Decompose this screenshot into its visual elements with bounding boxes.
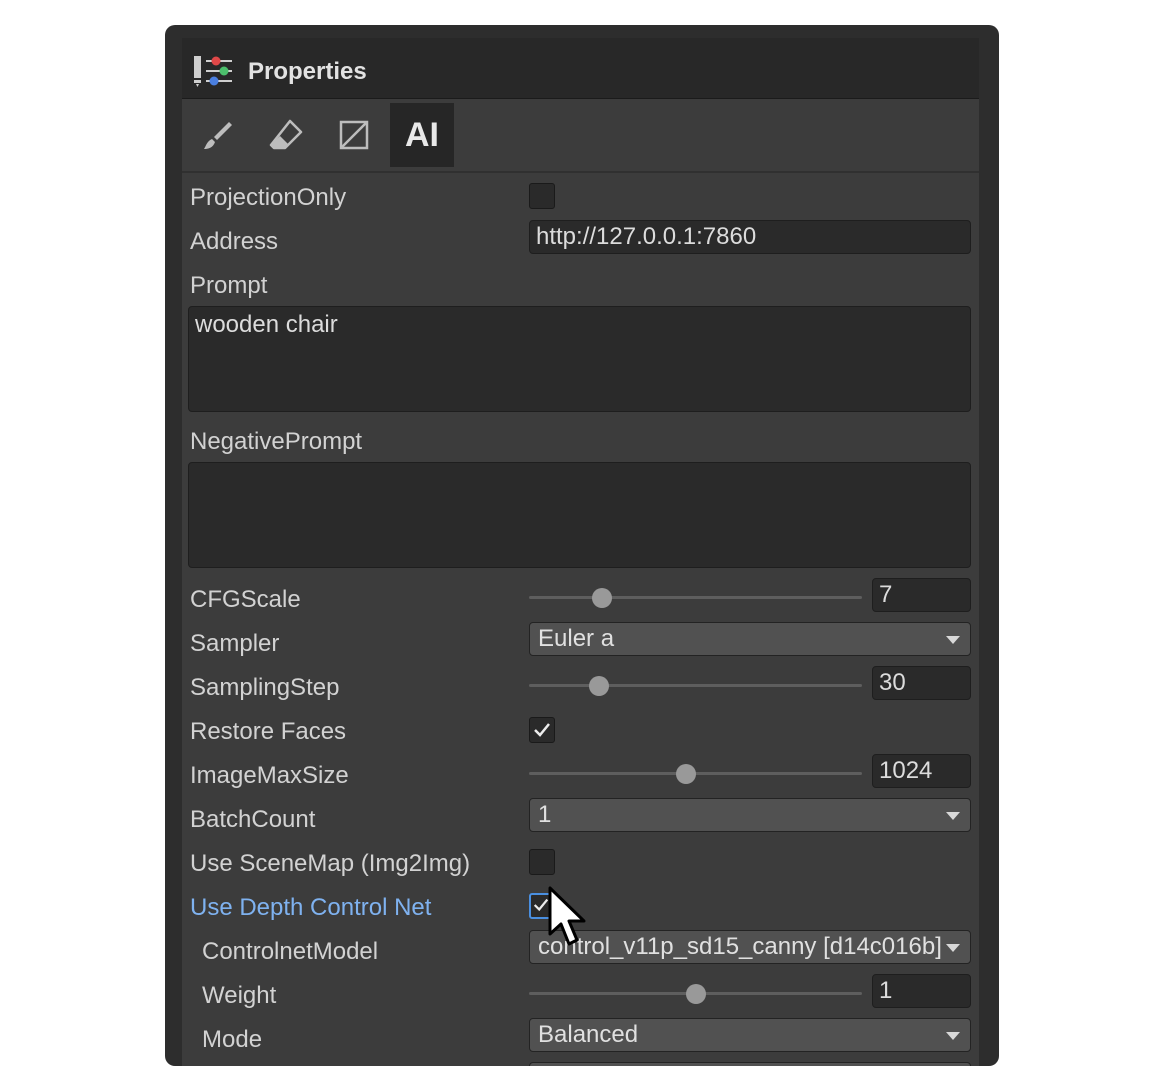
negative-prompt-textarea[interactable] — [188, 462, 971, 568]
cfg-scale-slider-track[interactable] — [529, 596, 862, 599]
row-weight: Weight 1 — [182, 974, 979, 1018]
controlnet-model-label: ControlnetModel — [202, 938, 379, 965]
ai-tab[interactable]: AI — [390, 103, 454, 167]
row-projection-only: ProjectionOnly — [182, 176, 979, 220]
projection-icon — [339, 120, 369, 150]
address-label: Address — [190, 228, 279, 255]
use-depth-control-net-label: Use Depth Control Net — [190, 894, 432, 921]
controlnet-model-dropdown[interactable]: control_v11p_sd15_canny [d14c016b] — [529, 930, 971, 964]
cfg-scale-label: CFGScale — [190, 586, 301, 613]
restore-faces-label: Restore Faces — [190, 718, 347, 745]
chevron-down-icon — [946, 812, 960, 820]
brush-icon — [204, 122, 232, 149]
row-address: Address http://127.0.0.1:7860 — [182, 220, 979, 264]
row-use-scene-map: Use SceneMap (Img2Img) — [182, 842, 979, 886]
mode-label: Mode — [202, 1026, 263, 1053]
row-restore-faces: Restore Faces — [182, 710, 979, 754]
sampling-step-slider-thumb[interactable] — [588, 676, 609, 696]
weight-slider-thumb[interactable] — [685, 984, 706, 1004]
sliders-icon — [194, 56, 232, 87]
eraser-icon — [269, 119, 303, 150]
brush-tab[interactable] — [186, 103, 250, 167]
batch-count-label: BatchCount — [190, 806, 316, 833]
row-batch-count: BatchCount 1 — [182, 798, 979, 842]
image-max-size-label: ImageMaxSize — [190, 762, 349, 789]
image-max-size-input[interactable]: 1024 — [872, 754, 971, 788]
prompt-textarea[interactable]: wooden chair — [188, 306, 971, 412]
weight-input[interactable]: 1 — [872, 974, 971, 1008]
batch-count-value: 1 — [538, 801, 552, 828]
use-depth-control-net-checkbox[interactable] — [529, 893, 555, 919]
eraser-tab[interactable] — [254, 103, 318, 167]
restore-faces-checkbox[interactable] — [529, 717, 555, 743]
ai-tab-label: AI — [405, 115, 439, 154]
mode-dropdown[interactable]: Balanced — [529, 1018, 971, 1052]
row-negative-prompt-label: NegativePrompt — [182, 420, 979, 464]
projection-only-checkbox[interactable] — [529, 183, 555, 209]
mode-value: Balanced — [538, 1021, 639, 1048]
weight-label: Weight — [202, 982, 277, 1009]
panel-header: Properties — [182, 38, 979, 99]
image-max-size-slider-track[interactable] — [529, 772, 862, 775]
row-sampling-step: SamplingStep 30 — [182, 666, 979, 710]
batch-count-dropdown[interactable]: 1 — [529, 798, 971, 832]
panel-title: Properties — [248, 58, 367, 85]
next-field-partial[interactable] — [529, 1062, 971, 1066]
row-sampler: Sampler Euler a — [182, 622, 979, 666]
address-input[interactable]: http://127.0.0.1:7860 — [529, 220, 971, 254]
sampling-step-label: SamplingStep — [190, 674, 340, 701]
row-cfg-scale: CFGScale 7 — [182, 578, 979, 622]
checkmark-icon — [534, 723, 550, 737]
sampler-value: Euler a — [538, 625, 615, 652]
cfg-scale-input[interactable]: 7 — [872, 578, 971, 612]
sampler-dropdown[interactable]: Euler a — [529, 622, 971, 656]
sampler-label: Sampler — [190, 630, 280, 657]
projection-tab[interactable] — [322, 103, 386, 167]
controlnet-model-value: control_v11p_sd15_canny [d14c016b] — [538, 933, 942, 960]
projection-only-label: ProjectionOnly — [190, 184, 347, 211]
row-next-partial — [182, 1062, 979, 1066]
cfg-scale-slider-thumb[interactable] — [592, 588, 613, 608]
row-mode: Mode Balanced — [182, 1018, 979, 1062]
row-image-max-size: ImageMaxSize 1024 — [182, 754, 979, 798]
row-use-depth-control-net: Use Depth Control Net — [182, 886, 979, 930]
checkmark-icon — [533, 898, 549, 912]
properties-panel: Properties AI ProjectionOnly Address htt… — [182, 38, 979, 1066]
chevron-down-icon — [946, 1032, 960, 1040]
use-scene-map-checkbox[interactable] — [529, 849, 555, 875]
row-controlnet-model: ControlnetModel control_v11p_sd15_canny … — [182, 930, 979, 974]
chevron-down-icon — [946, 944, 960, 952]
chevron-down-icon — [946, 636, 960, 644]
prompt-label: Prompt — [190, 272, 268, 299]
use-scene-map-label: Use SceneMap (Img2Img) — [190, 850, 471, 877]
image-max-size-slider-thumb[interactable] — [675, 764, 696, 784]
sampling-step-input[interactable]: 30 — [872, 666, 971, 700]
negative-prompt-label: NegativePrompt — [190, 428, 363, 455]
sampling-step-slider-track[interactable] — [529, 684, 862, 687]
row-prompt-label: Prompt — [182, 264, 979, 308]
tool-tabs: AI — [182, 99, 979, 173]
